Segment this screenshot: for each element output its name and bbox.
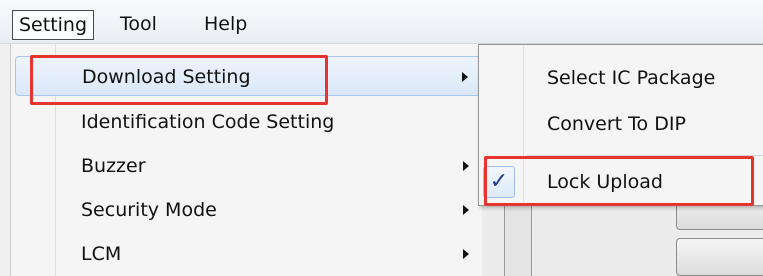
menu-item-security-mode[interactable]: Security Mode <box>15 190 481 230</box>
submenu-arrow-icon <box>463 205 469 215</box>
menu-tool[interactable]: Tool <box>114 10 163 40</box>
menu-item-label: Identification Code Setting <box>81 111 335 133</box>
submenu-item-label: Convert To DIP <box>547 113 686 135</box>
menubar: Setting Tool Help <box>0 0 763 44</box>
background-button-2[interactable] <box>676 238 763 276</box>
menu-item-identification-code-setting[interactable]: Identification Code Setting <box>15 102 481 142</box>
background-scrollbar[interactable] <box>504 205 532 276</box>
submenu-item-label: Select IC Package <box>547 67 716 89</box>
menu-item-buzzer[interactable]: Buzzer <box>15 146 481 186</box>
menu-setting[interactable]: Setting <box>12 10 95 40</box>
menu-item-lcm[interactable]: LCM <box>15 234 481 274</box>
submenu-arrow-icon <box>463 249 469 259</box>
submenu-arrow-icon <box>462 72 468 82</box>
submenu-item-select-ic-package[interactable]: Select IC Package <box>479 55 763 101</box>
menu-item-label: Security Mode <box>81 199 217 221</box>
highlight-download-setting <box>30 55 328 105</box>
menu-help[interactable]: Help <box>198 10 253 40</box>
highlight-lock-upload <box>484 156 754 206</box>
submenu-item-convert-to-dip[interactable]: Convert To DIP <box>479 101 763 147</box>
menu-item-label: LCM <box>81 243 122 265</box>
menu-item-label: Buzzer <box>81 155 146 177</box>
submenu-arrow-icon <box>463 161 469 171</box>
